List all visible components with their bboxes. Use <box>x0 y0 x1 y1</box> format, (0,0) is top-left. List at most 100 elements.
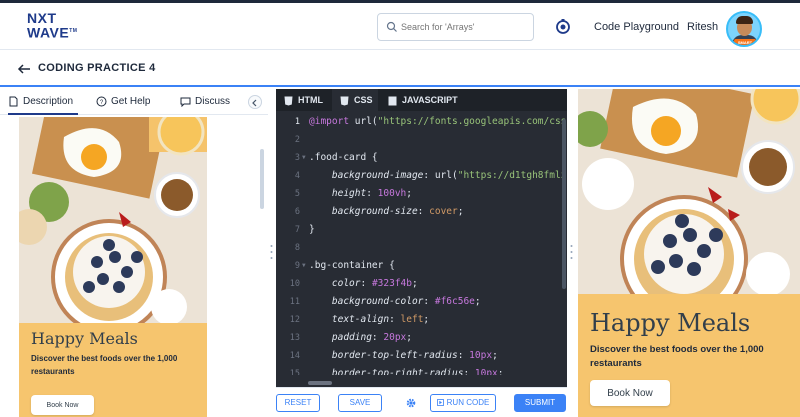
tab-html[interactable]: HTML <box>284 89 332 111</box>
resize-handle-right[interactable] <box>570 243 573 261</box>
code-text: background-image: url("https://d1tgh8fml… <box>309 167 567 185</box>
run-code-label: RUN CODE <box>446 398 490 407</box>
book-now-button-large[interactable]: Book Now <box>590 380 670 406</box>
code-line[interactable]: 11 background-color: #f6c56e; <box>276 293 567 311</box>
search-input[interactable] <box>401 19 529 35</box>
code-line[interactable]: 10 color: #323f4b; <box>276 275 567 293</box>
page-title: CODING PRACTICE 4 <box>38 62 156 74</box>
book-now-button[interactable]: Book Now <box>31 395 94 415</box>
code-line[interactable]: 14 border-top-left-radius: 10px; <box>276 347 567 365</box>
submit-button[interactable]: SUBMIT <box>514 394 566 412</box>
code-area[interactable]: 1 @import url("https://fonts.googleapis.c… <box>276 113 567 375</box>
line-number: 9 <box>294 261 300 271</box>
logo-line2: WAVETM <box>27 25 77 40</box>
code-text: @import url("https://fonts.googleapis.co… <box>309 113 566 131</box>
code-token: : <box>423 296 435 307</box>
line-number: 13 <box>289 333 300 343</box>
code-token: ; <box>411 278 418 289</box>
code-line[interactable]: 12 text-align: left; <box>276 311 567 329</box>
tab-html-label: HTML <box>298 95 323 105</box>
code-token: : <box>371 332 384 343</box>
code-line[interactable]: 2 <box>276 131 567 149</box>
code-editor[interactable]: HTML CSS JAVASCRIPT 1 @import url("https:… <box>276 89 567 417</box>
gear-icon[interactable] <box>405 397 417 409</box>
tab-discuss[interactable]: Discuss <box>180 89 240 115</box>
code-text: border-top-right-radius: 10px; <box>309 365 504 375</box>
resize-handle-left[interactable] <box>270 243 273 261</box>
save-button[interactable]: SAVE <box>338 394 382 412</box>
html5-icon <box>284 96 293 106</box>
code-text: background-color: #f6c56e; <box>309 293 481 311</box>
code-token: ; <box>457 206 464 217</box>
code-line[interactable]: 7} <box>276 221 567 239</box>
line-number: 15 <box>289 369 300 375</box>
code-token: } <box>309 224 315 235</box>
tab-javascript[interactable]: JAVASCRIPT <box>388 89 468 111</box>
arrow-left-icon[interactable] <box>17 62 31 76</box>
code-line[interactable]: 9 ▼ .bg-container { <box>276 257 567 275</box>
line-number: 3 <box>294 153 300 163</box>
fold-toggle-icon[interactable]: ▼ <box>302 257 306 275</box>
code-line[interactable]: 13 padding: 20px; <box>276 329 567 347</box>
code-token: 10px <box>469 350 493 361</box>
line-number: 10 <box>289 279 300 289</box>
code-token: ; <box>492 350 498 361</box>
practice-header: CODING PRACTICE 4 <box>0 51 800 87</box>
code-token: #f6c56e <box>434 296 475 307</box>
editor-scrollbar[interactable] <box>562 119 566 289</box>
logo-line1: NXT <box>27 10 57 26</box>
code-line[interactable]: 5 height: 100vh; <box>276 185 567 203</box>
logo-line2-text: WAVE <box>27 24 70 41</box>
tab-css[interactable]: CSS <box>332 89 378 111</box>
line-number: 4 <box>294 171 300 181</box>
chevron-left-icon <box>252 99 257 107</box>
code-text: border-top-left-radius: 10px; <box>309 347 498 365</box>
username[interactable]: Ritesh <box>687 21 718 33</box>
code-line[interactable]: 3 ▼ .food-card { <box>276 149 567 167</box>
avatar[interactable]: SMART <box>726 11 762 47</box>
reset-button[interactable]: RESET <box>276 394 320 412</box>
tab-discuss-label: Discuss <box>195 96 231 107</box>
editor-hscrollbar[interactable] <box>308 381 332 385</box>
code-line[interactable]: 15 border-top-right-radius: 10px; <box>276 365 567 375</box>
food-image-large <box>578 89 800 294</box>
left-scrollbar[interactable] <box>260 149 264 209</box>
code-token: border-top-right-radius <box>309 368 464 375</box>
fold-toggle-icon[interactable]: ▼ <box>302 149 306 167</box>
tab-get-help-label: Get Help <box>111 96 151 107</box>
code-token: @import <box>309 116 355 127</box>
nxtwave-logo[interactable]: NXT WAVETM <box>27 10 77 42</box>
food-image <box>19 117 207 323</box>
app-header: NXT WAVETM Code Playground Ritesh SMART <box>0 3 800 50</box>
code-token: #323f4b <box>371 278 412 289</box>
code-token: 100vh <box>377 188 407 199</box>
search-box[interactable] <box>377 13 534 41</box>
code-text: } <box>309 221 315 239</box>
code-line[interactable]: 1 @import url("https://fonts.googleapis.c… <box>276 113 567 131</box>
line-number: 11 <box>289 297 300 307</box>
code-text: padding: 20px; <box>309 329 412 347</box>
document-icon <box>9 96 18 107</box>
code-token: 10px <box>474 368 498 375</box>
run-code-button[interactable]: RUN CODE <box>430 394 496 412</box>
card-description: Discover the best foods over the 1,000 r… <box>31 354 178 376</box>
tab-description[interactable]: Description <box>8 89 78 115</box>
svg-text:?: ? <box>100 100 104 106</box>
code-playground-link[interactable]: Code Playground <box>594 21 679 33</box>
line-number: 6 <box>294 207 300 217</box>
code-line[interactable]: 8 <box>276 239 567 257</box>
code-token: color <box>309 278 361 289</box>
line-number: 8 <box>294 243 300 253</box>
code-token: ; <box>406 188 412 199</box>
play-icon <box>436 399 444 407</box>
help-icon: ? <box>96 96 107 107</box>
collapse-panel-button[interactable] <box>248 95 262 109</box>
code-token: url( <box>354 116 378 127</box>
stopwatch-icon[interactable] <box>555 18 571 34</box>
code-text: .bg-container { <box>309 257 395 275</box>
code-line[interactable]: 6 background-size: cover; <box>276 203 567 221</box>
js-file-icon <box>388 96 397 106</box>
tab-get-help[interactable]: ? Get Help <box>96 89 156 115</box>
line-number: 1 <box>294 117 300 127</box>
code-line[interactable]: 4 background-image: url("https://d1tgh8f… <box>276 167 567 185</box>
